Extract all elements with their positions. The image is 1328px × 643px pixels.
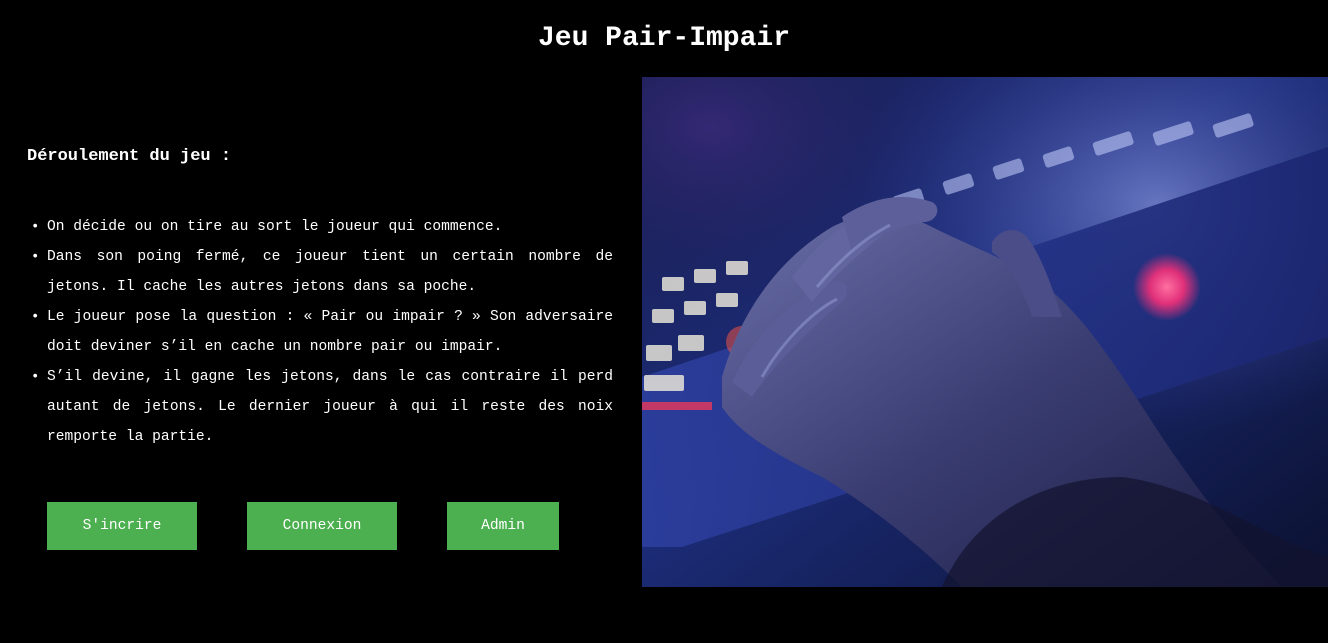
rule-text: On décide ou on tire au sort le joueur q… — [47, 219, 503, 235]
list-item: • Le joueur pose la question : « Pair ou … — [27, 302, 613, 362]
login-button[interactable]: Connexion — [247, 502, 397, 550]
keyboard-hand-photo — [642, 77, 1328, 587]
rules-section: Déroulement du jeu : • On décide ou on ti… — [27, 140, 613, 452]
bullet-icon: • — [31, 369, 40, 385]
hero-image — [642, 77, 1328, 587]
rules-list: • On décide ou on tire au sort le joueur … — [27, 212, 613, 452]
rule-text: Le joueur pose la question : « Pair ou i… — [47, 309, 613, 355]
bullet-icon: • — [31, 249, 40, 265]
list-item: • On décide ou on tire au sort le joueur … — [27, 212, 613, 242]
rules-heading: Déroulement du jeu : — [27, 147, 232, 166]
bullet-icon: • — [31, 309, 40, 325]
bullet-icon: • — [31, 219, 40, 235]
admin-button[interactable]: Admin — [447, 502, 559, 550]
register-button[interactable]: S'incrire — [47, 502, 197, 550]
page-title: Jeu Pair-Impair — [537, 23, 791, 54]
rule-text: Dans son poing fermé, ce joueur tient un… — [47, 249, 613, 295]
list-item: • Dans son poing fermé, ce joueur tient u… — [27, 242, 613, 302]
list-item: • S’il devine, il gagne les jetons, dans … — [27, 362, 613, 452]
rule-text: S’il devine, il gagne les jetons, dans l… — [47, 369, 613, 445]
